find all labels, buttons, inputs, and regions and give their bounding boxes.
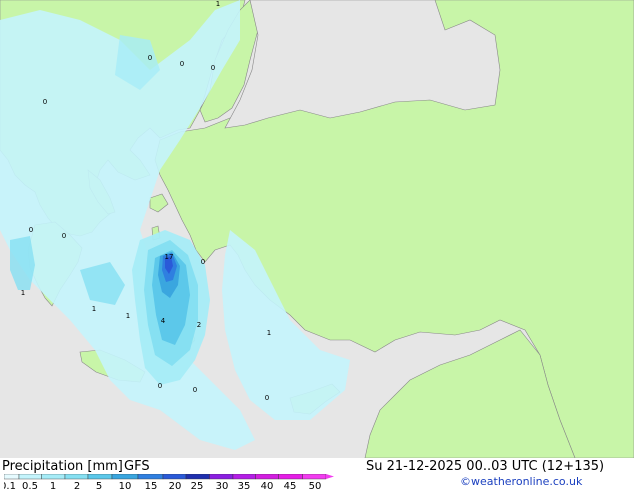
legend-swatch bbox=[278, 474, 303, 480]
legend-tick-label: 5 bbox=[96, 481, 102, 490]
legend-swatch bbox=[18, 474, 42, 480]
point-label: 1 bbox=[92, 305, 96, 313]
point-label: 0 bbox=[180, 60, 184, 68]
legend-swatch bbox=[64, 474, 89, 480]
legend-tick-label: 20 bbox=[169, 481, 182, 490]
point-label: 0 bbox=[29, 226, 33, 234]
point-label: 1 bbox=[216, 0, 220, 8]
legend-swatch bbox=[111, 474, 139, 480]
legend-tick-label: 1 bbox=[50, 481, 56, 490]
legend-tick-label: 40 bbox=[261, 481, 274, 490]
legend-swatch bbox=[87, 474, 113, 480]
legend-tick-label: 30 bbox=[216, 481, 229, 490]
point-label: 0 bbox=[158, 382, 162, 390]
legend-tick-label: 15 bbox=[145, 481, 158, 490]
legend-swatch bbox=[185, 474, 210, 480]
map-title: Precipitation [mm] bbox=[2, 459, 123, 474]
legend-swatch bbox=[209, 474, 234, 480]
legend-swatch bbox=[41, 474, 66, 480]
legend-tick-label: 0.5 bbox=[22, 481, 38, 490]
legend-tick-label: 10 bbox=[119, 481, 132, 490]
point-label: 1 bbox=[126, 312, 130, 320]
point-label: 0 bbox=[62, 232, 66, 240]
legend-swatch bbox=[162, 474, 187, 480]
point-label: 0 bbox=[201, 258, 205, 266]
point-label: 0 bbox=[148, 54, 152, 62]
precipitation-map: 1 0 0 0 0 0 0 17 0 1 1 1 4 2 1 0 0 0 bbox=[0, 0, 634, 458]
point-label: 1 bbox=[267, 329, 271, 337]
legend-swatch bbox=[255, 474, 279, 480]
credit-link[interactable]: ©weatheronline.co.uk bbox=[460, 475, 582, 488]
point-label: 2 bbox=[197, 321, 201, 329]
precip-legend: 0.10.5125101520253035404550 bbox=[4, 474, 334, 490]
legend-tick-label: 45 bbox=[284, 481, 297, 490]
legend-tick-label: 35 bbox=[238, 481, 251, 490]
legend-arrow bbox=[326, 474, 334, 479]
forecast-map-panel: 1 0 0 0 0 0 0 17 0 1 1 1 4 2 1 0 0 0 Precipitation [mm] G… bbox=[0, 0, 634, 490]
legend-tick-label: 0.1 bbox=[4, 481, 16, 490]
legend-tick-label: 25 bbox=[191, 481, 204, 490]
legend-tick-label: 2 bbox=[74, 481, 80, 490]
point-label: 0 bbox=[193, 386, 197, 394]
legend-tick-label: 50 bbox=[309, 481, 322, 490]
point-label: 4 bbox=[161, 317, 166, 325]
legend-swatch bbox=[302, 474, 327, 480]
point-label: 0 bbox=[211, 64, 215, 72]
point-label: 1 bbox=[21, 289, 25, 297]
legend-swatch bbox=[137, 474, 164, 480]
legend-swatch bbox=[4, 474, 20, 480]
valid-time: Su 21-12-2025 00..03 UTC (12+135) bbox=[366, 459, 605, 474]
point-label: 0 bbox=[43, 98, 47, 106]
map-footer: Precipitation [mm] GFS Su 21-12-2025 00.… bbox=[0, 458, 634, 490]
point-label: 0 bbox=[265, 394, 269, 402]
legend-swatch bbox=[232, 474, 256, 480]
model-name: GFS bbox=[124, 459, 150, 474]
point-label: 17 bbox=[165, 253, 174, 261]
